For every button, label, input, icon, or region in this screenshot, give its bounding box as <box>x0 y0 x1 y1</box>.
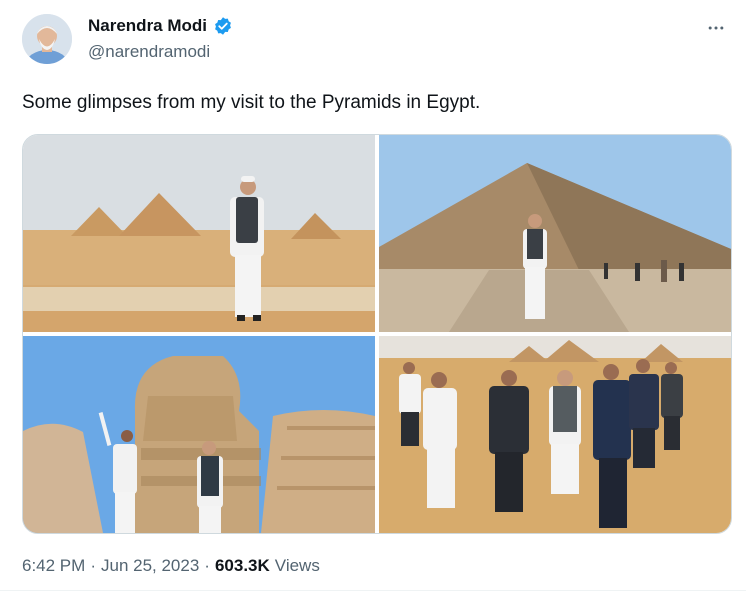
media-grid <box>22 134 732 534</box>
meta-separator: · <box>204 556 210 575</box>
tweet-date[interactable]: Jun 25, 2023 <box>101 556 199 576</box>
photo-sphinx[interactable] <box>23 336 375 533</box>
author-name-row: Narendra Modi <box>88 16 233 36</box>
photo-great-pyramid[interactable] <box>379 135 731 332</box>
views-label: Views <box>274 556 320 575</box>
avatar[interactable] <box>22 14 72 64</box>
tweet-time[interactable]: 6:42 PM <box>22 556 85 576</box>
tweet-card: Narendra Modi @narendramodi Some glimpse… <box>0 0 746 594</box>
views-count[interactable]: 603.3K <box>215 556 270 576</box>
tweet-meta: 6:42 PM · Jun 25, 2023 · 603.3K Views <box>22 556 320 576</box>
author-display-name[interactable]: Narendra Modi <box>88 16 207 36</box>
photo-pyramids-landscape[interactable] <box>23 135 375 332</box>
author-handle[interactable]: @narendramodi <box>88 42 210 62</box>
photo-group-walk[interactable] <box>379 336 731 533</box>
verified-badge-icon <box>213 16 233 36</box>
more-options-icon[interactable] <box>704 16 728 40</box>
meta-separator: · <box>90 556 96 575</box>
divider <box>0 590 746 591</box>
tweet-text: Some glimpses from my visit to the Pyram… <box>22 92 481 113</box>
